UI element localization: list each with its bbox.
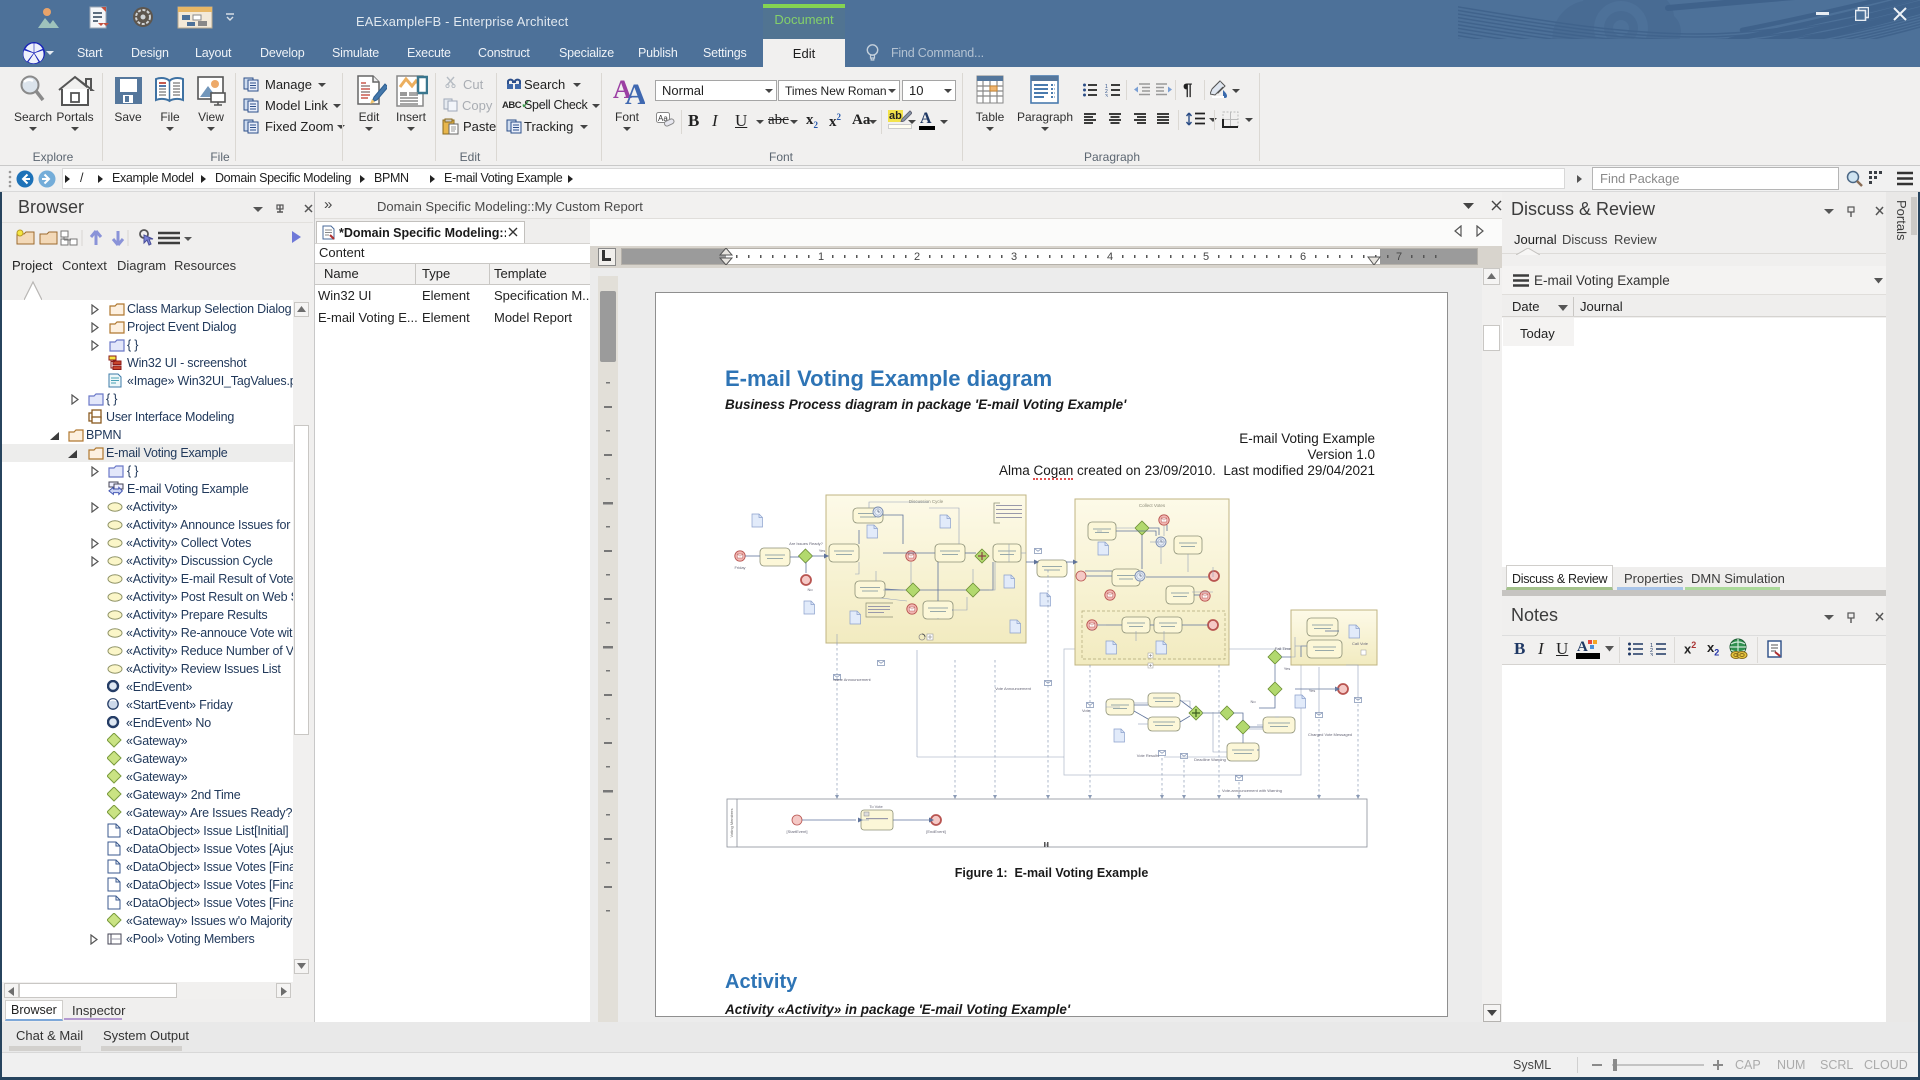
- svg-text:3: 3: [1105, 94, 1108, 97]
- svg-text:Deadline Warning: Deadline Warning: [1194, 757, 1226, 762]
- svg-text:Yes: Yes: [819, 548, 826, 553]
- svg-text:Issue Announcement: Issue Announcement: [833, 677, 871, 682]
- svg-text:Vote Results: Vote Results: [1137, 753, 1159, 758]
- svg-text:No: No: [1250, 699, 1256, 704]
- svg-text:Collect Votes: Collect Votes: [1139, 503, 1166, 508]
- svg-text:Charged Vote Messaged: Charged Vote Messaged: [1308, 732, 1352, 737]
- svg-text:[EndEvent]: [EndEvent]: [926, 829, 946, 834]
- svg-text:Discussion Cycle: Discussion Cycle: [909, 499, 944, 504]
- svg-text:Friday: Friday: [734, 565, 745, 570]
- svg-text:Fall Time: Fall Time: [1275, 646, 1292, 651]
- svg-text:3: 3: [1650, 653, 1653, 656]
- svg-text:Vote-announcement with Warning: Vote-announcement with Warning: [1222, 788, 1282, 793]
- svg-text:Call Vote: Call Vote: [1352, 641, 1369, 646]
- svg-text:A: A: [625, 78, 645, 106]
- svg-text:[StartEvent]: [StartEvent]: [787, 829, 808, 834]
- svg-text:To Vote: To Vote: [869, 804, 883, 809]
- svg-text:Vote Announcement: Vote Announcement: [995, 686, 1032, 691]
- svg-text:Yes: Yes: [1284, 666, 1291, 671]
- svg-text:Voting Members: Voting Members: [729, 809, 734, 838]
- svg-text:Are Issues Ready?: Are Issues Ready?: [789, 541, 824, 546]
- svg-text:No: No: [807, 587, 813, 592]
- svg-text:Vote: Vote: [1082, 708, 1091, 713]
